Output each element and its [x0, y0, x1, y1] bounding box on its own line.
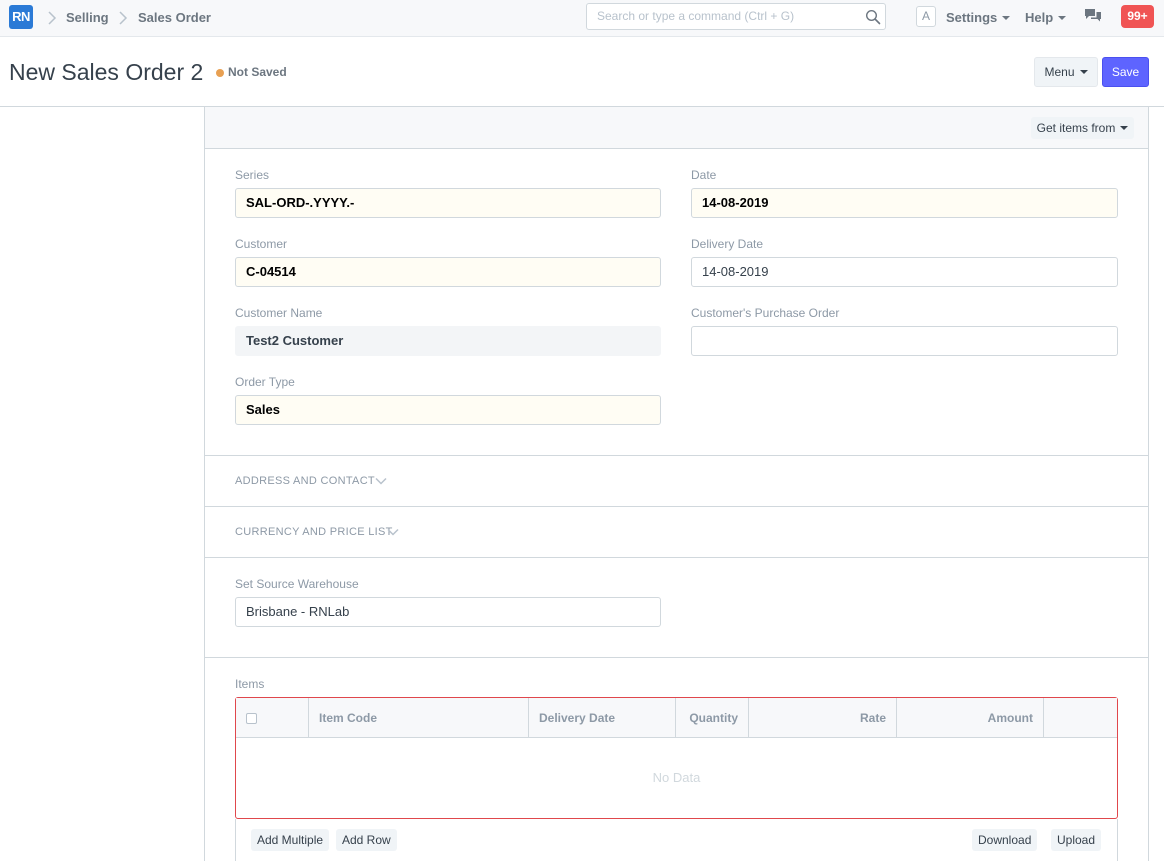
items-table-footer: Add Multiple Add Row Download Upload [235, 819, 1118, 861]
chevron-right-icon [119, 11, 128, 25]
order-type-select[interactable]: Sales [235, 395, 661, 425]
page-title: New Sales Order 2 [9, 59, 204, 85]
section-address-contact[interactable]: ADDRESS AND CONTACT [235, 475, 375, 487]
section-divider [205, 657, 1148, 658]
customer-po-label: Customer's Purchase Order [691, 306, 840, 320]
get-items-label: Get items from [1036, 121, 1116, 135]
help-dropdown[interactable]: Help [1025, 10, 1067, 25]
customer-po-field[interactable] [691, 326, 1118, 356]
series-field[interactable]: SAL-ORD-.YYYY.- [235, 188, 661, 218]
source-warehouse-label: Set Source Warehouse [235, 577, 359, 591]
delivery-date-field[interactable]: 14-08-2019 [691, 257, 1118, 287]
status-dot [216, 69, 224, 77]
form-layout: Get items from Series SAL-ORD-.YYYY.- Cu… [204, 107, 1149, 861]
column-actions [1044, 698, 1117, 738]
customer-name-label: Customer Name [235, 306, 323, 320]
date-label: Date [691, 168, 717, 182]
select-all-checkbox[interactable] [246, 713, 257, 724]
column-item-code: Item Code [309, 698, 529, 738]
status-badge: Not Saved [228, 65, 287, 79]
delivery-date-label: Delivery Date [691, 237, 764, 251]
breadcrumb-selling[interactable]: Selling [66, 10, 109, 25]
search-icon[interactable] [865, 9, 881, 25]
page-head: New Sales Order 2 Not Saved Menu Save [0, 37, 1164, 107]
menu-label: Menu [1044, 65, 1075, 79]
form-toolbar: Get items from [205, 107, 1148, 149]
items-table: Item Code Delivery Date Quantity Rate Am… [235, 697, 1118, 819]
select-all-cell [236, 698, 309, 738]
menu-button[interactable]: Menu [1034, 57, 1098, 87]
avatar[interactable]: A [916, 6, 936, 27]
column-delivery-date: Delivery Date [529, 698, 676, 738]
navbar: RN Selling Sales Order A Settings Help 9… [0, 0, 1164, 37]
chat-icon[interactable] [1084, 8, 1102, 24]
search-input[interactable] [597, 9, 857, 23]
caret-down-icon [1120, 125, 1129, 130]
chevron-down-icon[interactable] [375, 477, 387, 485]
app-logo[interactable]: RN [9, 5, 33, 29]
section-divider [205, 557, 1148, 558]
customer-name-value: Test2 Customer [235, 326, 661, 356]
items-label: Items [235, 677, 265, 691]
download-button[interactable]: Download [972, 829, 1038, 851]
caret-down-icon [1079, 69, 1088, 74]
settings-label: Settings [946, 10, 998, 25]
column-amount: Amount [897, 698, 1044, 738]
empty-state: No Data [652, 770, 701, 785]
breadcrumb-sales-order[interactable]: Sales Order [138, 10, 211, 25]
add-row-button[interactable]: Add Row [336, 829, 397, 851]
upload-button[interactable]: Upload [1051, 829, 1102, 851]
series-label: Series [235, 168, 270, 182]
awesome-bar [586, 3, 886, 30]
section-divider [205, 455, 1148, 456]
settings-dropdown[interactable]: Settings [946, 10, 1011, 25]
source-warehouse-field[interactable]: Brisbane - RNLab [235, 597, 661, 627]
order-type-label: Order Type [235, 375, 295, 389]
get-items-from-button[interactable]: Get items from [1031, 117, 1134, 139]
caret-down-icon [1002, 15, 1011, 20]
chevron-down-icon[interactable] [387, 528, 399, 536]
help-label: Help [1025, 10, 1054, 25]
section-currency-price-list[interactable]: CURRENCY AND PRICE LIST [235, 526, 393, 538]
customer-label: Customer [235, 237, 288, 251]
column-quantity: Quantity [676, 698, 749, 738]
add-multiple-button[interactable]: Add Multiple [251, 829, 330, 851]
section-divider [205, 506, 1148, 507]
date-field[interactable]: 14-08-2019 [691, 188, 1118, 218]
notifications-badge[interactable]: 99+ [1121, 5, 1154, 28]
save-button[interactable]: Save [1102, 57, 1149, 87]
chevron-right-icon [48, 11, 57, 25]
customer-field[interactable]: C-04514 [235, 257, 661, 287]
caret-down-icon [1058, 15, 1067, 20]
column-rate: Rate [749, 698, 897, 738]
items-table-header: Item Code Delivery Date Quantity Rate Am… [236, 698, 1117, 738]
